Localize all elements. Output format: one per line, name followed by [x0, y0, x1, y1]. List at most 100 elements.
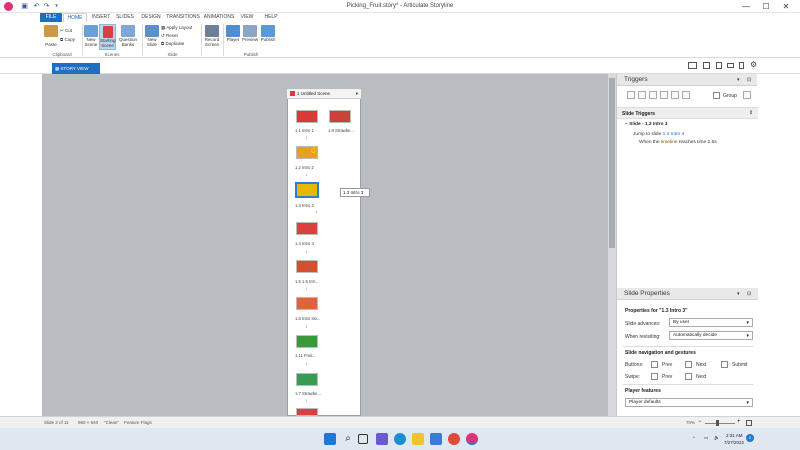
tab-design[interactable]: DESIGN: [140, 13, 162, 22]
feature-flags-link[interactable]: Feature Flags: [124, 420, 152, 425]
slide-thumbnail-selected[interactable]: [295, 182, 319, 198]
slide-advances-label: Slide advances:: [625, 321, 661, 327]
paste-button[interactable]: Paste: [44, 25, 58, 47]
duplicate-button[interactable]: ⧉ Duplicate: [161, 41, 184, 46]
maximize-button[interactable]: ☐: [758, 1, 774, 12]
slide-thumbnail[interactable]: [296, 297, 318, 310]
close-button[interactable]: ✕: [778, 1, 794, 12]
swipe-next-checkbox[interactable]: [685, 373, 692, 380]
group-checkbox[interactable]: [713, 92, 720, 99]
store-icon[interactable]: [430, 433, 442, 445]
tab-transitions[interactable]: TRANSITIONS: [166, 13, 200, 22]
delete-trigger-icon[interactable]: [671, 91, 679, 99]
publish-button[interactable]: Publish: [260, 25, 276, 42]
edit-trigger-icon[interactable]: [638, 91, 646, 99]
slide-dimensions: 960 × 540: [78, 420, 99, 425]
trigger-layout-icon[interactable]: [743, 91, 751, 99]
paste-trigger-icon[interactable]: [660, 91, 668, 99]
volume-icon[interactable]: 🔈: [714, 435, 720, 441]
task-view-icon[interactable]: [358, 434, 368, 444]
reset-button[interactable]: ↺ Reset: [161, 33, 178, 39]
slide-thumbnail[interactable]: [296, 260, 318, 273]
when-revisiting-dropdown[interactable]: Automatically decide ▾: [669, 331, 753, 340]
clock-date[interactable]: 7/27/2022: [724, 440, 744, 445]
search-icon[interactable]: ⌕: [342, 433, 354, 445]
notification-badge[interactable]: 1: [746, 434, 754, 442]
theme-name: "Clean": [104, 420, 119, 425]
trigger-target-link[interactable]: 1.4 Intro 4: [663, 132, 685, 137]
copy-trigger-icon[interactable]: [649, 91, 657, 99]
apply-layout-button[interactable]: ▦ Apply Layout: [161, 25, 192, 31]
chrome-icon[interactable]: [448, 433, 460, 445]
edge-icon[interactable]: [394, 433, 406, 445]
slide-advances-dropdown[interactable]: By user ▾: [669, 318, 753, 327]
tray-chevron-icon[interactable]: ⌃: [692, 436, 696, 442]
phone-portrait-icon[interactable]: [739, 62, 744, 69]
tab-help[interactable]: HELP: [262, 13, 280, 22]
chevron-down-icon[interactable]: ▾: [356, 89, 358, 99]
minimize-button[interactable]: —: [738, 1, 754, 12]
pin-icon[interactable]: ⊡: [747, 288, 751, 300]
phone-landscape-icon[interactable]: [727, 63, 734, 68]
copy-button[interactable]: ⧉ Copy: [60, 37, 75, 42]
file-explorer-icon[interactable]: [412, 433, 424, 445]
desktop-view-icon[interactable]: [688, 62, 697, 69]
slide-thumbnail[interactable]: [296, 373, 318, 386]
layout-icon: ▦: [161, 25, 166, 30]
chevron-down-icon: ▾: [746, 333, 749, 339]
move-trigger-icon[interactable]: [682, 91, 690, 99]
panel-menu-icon[interactable]: ▾: [737, 288, 740, 300]
clock-time[interactable]: 2:31 AM: [726, 433, 743, 438]
canvas-scrollbar-thumb[interactable]: [609, 78, 615, 248]
scene-header[interactable]: 1 Untitled Scene ▾: [287, 89, 361, 99]
record-screen-button[interactable]: Record Screen: [203, 25, 221, 47]
tab-animations[interactable]: ANIMATIONS: [203, 13, 235, 22]
slide-count: Slide 3 of 11: [44, 420, 69, 425]
preview-button[interactable]: Preview: [242, 25, 258, 42]
slide-thumbnail[interactable]: [296, 110, 318, 123]
tab-slides[interactable]: SLIDES: [114, 13, 136, 22]
chat-icon[interactable]: [376, 433, 388, 445]
scene-panel[interactable]: [287, 89, 361, 416]
story-view-tab[interactable]: ▦ STORY VIEW: [52, 63, 100, 74]
trigger-condition[interactable]: When the timeline reaches time 2.5s: [639, 140, 717, 145]
zoom-slider[interactable]: [705, 423, 735, 424]
new-trigger-icon[interactable]: [627, 91, 635, 99]
submit-button-checkbox[interactable]: [721, 361, 728, 368]
zoom-slider-thumb[interactable]: [716, 420, 719, 426]
player-button[interactable]: Player: [226, 25, 240, 42]
starting-scene-button[interactable]: Starting Scene: [99, 24, 116, 50]
trigger-action[interactable]: Jump to slide 1.4 Intro 4: [633, 132, 684, 137]
tablet-landscape-icon[interactable]: [703, 62, 710, 69]
slide-thumbnail[interactable]: [296, 408, 318, 416]
tab-home[interactable]: HOME: [63, 13, 87, 22]
fit-to-window-icon[interactable]: [746, 420, 752, 426]
trigger-object-link[interactable]: timeline: [661, 140, 678, 145]
tab-file[interactable]: FILE: [40, 13, 62, 22]
new-scene-button[interactable]: New Scene: [84, 25, 98, 47]
tab-insert[interactable]: INSERT: [90, 13, 112, 22]
panel-menu-icon[interactable]: ▾: [737, 74, 740, 86]
slide-thumbnail[interactable]: [296, 222, 318, 235]
zoom-in-icon[interactable]: +: [737, 419, 741, 425]
slide-thumbnail[interactable]: [296, 335, 318, 348]
prev-button-checkbox[interactable]: [651, 361, 658, 368]
settings-gear-icon[interactable]: ⚙: [750, 60, 757, 69]
tablet-portrait-icon[interactable]: [716, 62, 722, 69]
question-banks-button[interactable]: Question Banks: [118, 25, 138, 47]
slide-thumbnail[interactable]: [329, 110, 351, 123]
swipe-prev-checkbox[interactable]: [651, 373, 658, 380]
network-icon[interactable]: ▭: [704, 435, 708, 441]
new-slide-button[interactable]: New Slide: [145, 25, 159, 47]
player-features-dropdown[interactable]: Player defaults ▾: [625, 398, 753, 407]
zoom-out-icon[interactable]: −: [698, 419, 702, 425]
cut-button[interactable]: ✂ Cut: [60, 28, 72, 34]
tab-view[interactable]: VIEW: [238, 13, 256, 22]
submit-label: Submit: [732, 362, 748, 368]
windows-start-icon[interactable]: [324, 433, 336, 445]
storyline-taskbar-icon[interactable]: [466, 433, 478, 445]
reorder-icon[interactable]: ⇕: [749, 110, 753, 116]
pin-icon[interactable]: ⊡: [747, 74, 751, 86]
collapse-icon[interactable]: −: [625, 122, 628, 127]
next-button-checkbox[interactable]: [685, 361, 692, 368]
